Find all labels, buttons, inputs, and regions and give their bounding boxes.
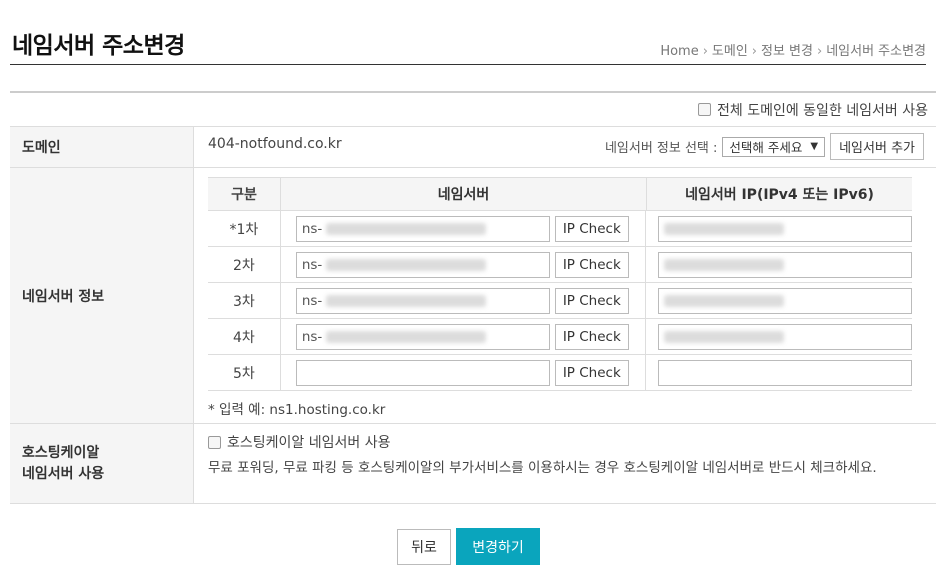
- ns-name-cell: ns- IP Check: [281, 247, 646, 282]
- col-nameserver: 네임서버: [281, 178, 647, 210]
- ns-ip-cell: [646, 211, 912, 246]
- ns-name-cell: IP Check: [281, 355, 646, 390]
- ns-order: 2차: [208, 247, 281, 282]
- ns-name-cell: ns- IP Check: [281, 319, 646, 354]
- apply-all-row: 전체 도메인에 동일한 네임서버 사용: [10, 93, 936, 127]
- ns-info-select-group: 네임서버 정보 선택 : 선택해 주세요 ▼ 네임서버 추가: [605, 133, 924, 160]
- hosting-header-line2: 네임서버 사용: [22, 465, 105, 482]
- chevron-right-icon: ›: [702, 44, 708, 59]
- ip-check-button-5[interactable]: IP Check: [554, 359, 629, 386]
- col-ip: 네임서버 IP(IPv4 또는 IPv6): [685, 187, 874, 203]
- nameserver-input-2[interactable]: ns-: [295, 251, 550, 278]
- ip-input-1[interactable]: [658, 215, 912, 242]
- page-title: 네임서버 주소변경: [12, 33, 185, 59]
- ns-name-cell: ns- IP Check: [281, 283, 646, 318]
- apply-all-checkbox[interactable]: [698, 103, 711, 116]
- ip-input-5[interactable]: [658, 359, 912, 386]
- ns-order: *1차: [208, 211, 281, 246]
- hosting-cell: 호스팅케이알 네임서버 사용 무료 포워딩, 무료 파킹 등 호스팅케이알의 부…: [194, 424, 936, 503]
- ns-row-1: *1차 ns- IP Check: [208, 211, 912, 247]
- ns-ip-cell: [646, 319, 912, 354]
- nameserver-input-3[interactable]: ns-: [295, 287, 550, 314]
- ip-check-button-4[interactable]: IP Check: [554, 323, 629, 350]
- ns-row-4: 4차 ns- IP Check: [208, 319, 912, 355]
- triangle-down-icon: ▼: [810, 141, 819, 152]
- hosting-ns-checkbox[interactable]: [208, 435, 221, 449]
- input-example-note: * 입력 예: ns1.hosting.co.kr: [208, 402, 386, 418]
- ip-check-button-2[interactable]: IP Check: [554, 251, 629, 278]
- ns-info-select-value: 선택해 주세요: [729, 140, 803, 155]
- ns-order: 4차: [208, 319, 281, 354]
- ns-row-2: 2차 ns- IP Check: [208, 247, 912, 283]
- ns-name-cell: ns- IP Check: [281, 211, 646, 246]
- title-divider: [10, 64, 926, 65]
- domain-cell: 404-notfound.co.kr 네임서버 정보 선택 : 선택해 주세요 …: [194, 127, 936, 167]
- domain-value: 404-notfound.co.kr: [208, 136, 342, 152]
- chevron-right-icon: ›: [751, 44, 757, 59]
- apply-all-label: 전체 도메인에 동일한 네임서버 사용: [717, 102, 928, 119]
- ip-input-3[interactable]: [658, 287, 912, 314]
- ip-input-4[interactable]: [658, 323, 912, 350]
- nameserver-input-5[interactable]: [295, 359, 550, 386]
- breadcrumb-domain[interactable]: 도메인: [712, 40, 748, 59]
- ns-row-3: 3차 ns- IP Check: [208, 283, 912, 319]
- ns-ip-cell: [646, 355, 912, 390]
- ns-info-row: 네임서버 정보 구분 네임서버 네임서버 IP(IPv4 또는 IPv6) *1…: [10, 168, 936, 424]
- ns-ip-cell: [646, 283, 912, 318]
- hosting-header-line1: 호스팅케이알: [22, 444, 100, 461]
- hosting-ns-checkbox-label: 호스팅케이알 네임서버 사용: [227, 435, 391, 451]
- breadcrumb-home[interactable]: Home: [660, 44, 698, 59]
- breadcrumb: Home › 도메인 › 정보 변경 › 네임서버 주소변경: [660, 40, 926, 59]
- ip-input-2[interactable]: [658, 251, 912, 278]
- ns-table: 구분 네임서버 네임서버 IP(IPv4 또는 IPv6) *1차 ns- IP…: [208, 177, 912, 391]
- ns-table-header: 구분 네임서버 네임서버 IP(IPv4 또는 IPv6): [208, 178, 912, 211]
- ns-order: 3차: [208, 283, 281, 318]
- ip-check-button-1[interactable]: IP Check: [554, 215, 629, 242]
- apply-all-cell: 전체 도메인에 동일한 네임서버 사용: [10, 93, 936, 126]
- ns-info-cell: 구분 네임서버 네임서버 IP(IPv4 또는 IPv6) *1차 ns- IP…: [194, 168, 936, 423]
- breadcrumb-current: 네임서버 주소변경: [826, 44, 926, 59]
- hosting-checkbox-group: 호스팅케이알 네임서버 사용: [208, 432, 390, 452]
- hosting-row: 호스팅케이알 네임서버 사용 호스팅케이알 네임서버 사용 무료 포워딩, 무료…: [10, 424, 936, 504]
- nameserver-input-1[interactable]: ns-: [295, 215, 550, 242]
- nameserver-form: 전체 도메인에 동일한 네임서버 사용 도메인 404-notfound.co.…: [10, 91, 936, 504]
- submit-change-button[interactable]: 변경하기: [456, 528, 540, 565]
- ns-ip-cell: [646, 247, 912, 282]
- domain-header: 도메인: [10, 127, 194, 167]
- breadcrumb-info-change[interactable]: 정보 변경: [761, 40, 813, 59]
- col-order: 구분: [208, 178, 281, 210]
- ns-info-select[interactable]: 선택해 주세요 ▼: [722, 136, 826, 157]
- ns-row-5: 5차 IP Check: [208, 355, 912, 391]
- back-button[interactable]: 뒤로: [397, 529, 451, 565]
- ns-order: 5차: [208, 355, 281, 390]
- nameserver-input-4[interactable]: ns-: [295, 323, 550, 350]
- add-nameserver-button[interactable]: 네임서버 추가: [830, 133, 924, 160]
- ns-info-select-label: 네임서버 정보 선택 :: [604, 141, 718, 156]
- hosting-description: 무료 포워딩, 무료 파킹 등 호스팅케이알의 부가서비스를 이용하시는 경우 …: [208, 460, 877, 476]
- ns-info-header: 네임서버 정보: [10, 168, 194, 423]
- chevron-right-icon: ›: [816, 44, 823, 59]
- ip-check-button-3[interactable]: IP Check: [554, 287, 629, 314]
- domain-row: 도메인 404-notfound.co.kr 네임서버 정보 선택 : 선택해 …: [10, 127, 936, 168]
- hosting-header: 호스팅케이알 네임서버 사용: [10, 424, 194, 503]
